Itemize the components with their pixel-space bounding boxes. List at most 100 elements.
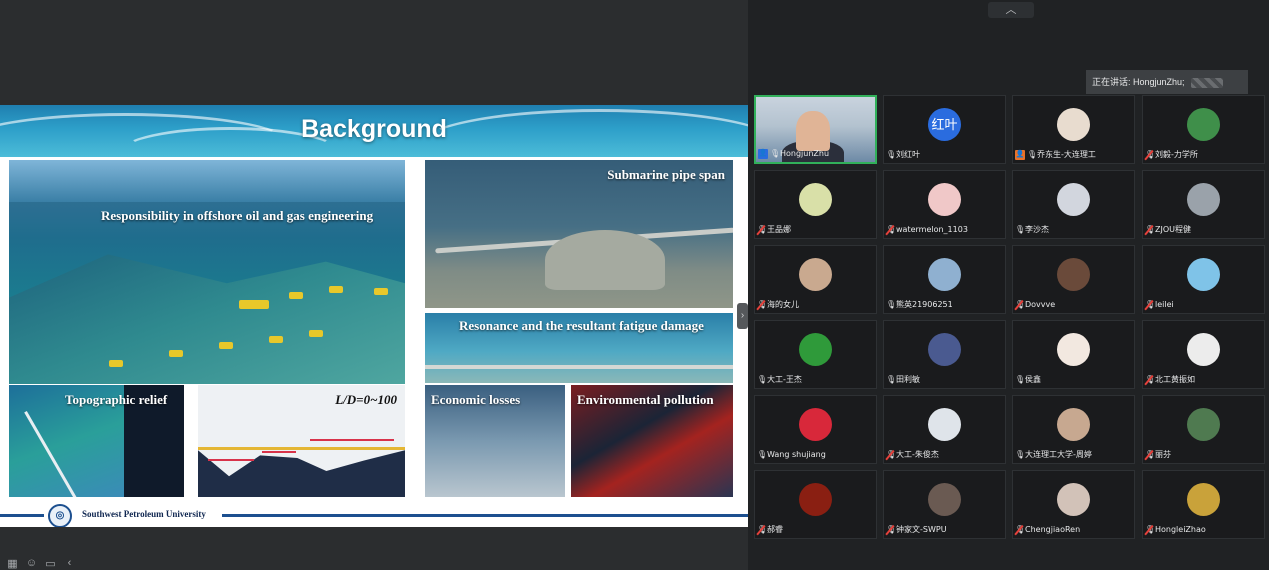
avatar (1187, 483, 1220, 516)
participant-tile[interactable]: 👤 🎙 乔东生-大连理工 (1012, 95, 1135, 164)
participant-tile[interactable]: 🎙 watermelon_1103 (883, 170, 1006, 239)
participant-tile[interactable]: 🎙 大连理工大学-周婷 (1012, 395, 1135, 464)
participant-name: 王品娜 (767, 225, 791, 234)
cohost-icon: 👤 (1015, 149, 1025, 160)
pipe-span-image: Submarine pipe span (425, 160, 733, 308)
emoji-icon[interactable]: ☺ (25, 557, 38, 569)
university-logo: ◎ (48, 504, 72, 527)
microphone-icon: 🎙 (886, 374, 897, 384)
participant-name: 李沙杰 (1025, 225, 1049, 234)
participant-tile[interactable]: 🎙 丽芬 (1142, 395, 1265, 464)
participant-name: 熊英21906251 (896, 300, 953, 309)
avatar (928, 333, 961, 366)
avatar (1057, 258, 1090, 291)
avatar (928, 183, 961, 216)
avatar (928, 408, 961, 441)
microphone-muted-icon: 🎙 (1145, 524, 1156, 534)
avatar: 红叶 (928, 108, 961, 141)
avatar (1057, 183, 1090, 216)
current-speaker-bar: 正在讲话: HongjunZhu; (1086, 70, 1248, 94)
bottom-toolbar: ▦ ☺ ▭ ‹ (6, 556, 76, 570)
avatar (1057, 108, 1090, 141)
participant-name: 田利敏 (896, 375, 920, 384)
scroll-up-button[interactable]: ︿ (988, 2, 1034, 18)
participant-tile[interactable]: 🎙 大工-王杰 (754, 320, 877, 389)
participant-name: 丽芬 (1155, 450, 1171, 459)
participant-tile[interactable]: 🎙 北工黄振如 (1142, 320, 1265, 389)
participant-name: 大连理工大学-周婷 (1025, 450, 1092, 459)
participant-name: watermelon_1103 (896, 225, 968, 234)
host-icon: 👤 (758, 148, 768, 159)
participant-tile[interactable]: 🎙 海的女儿 (754, 245, 877, 314)
microphone-muted-icon: 🎙 (1145, 299, 1156, 309)
university-name: Southwest Petroleum University (82, 509, 206, 519)
offshore-caption: Responsibility in offshore oil and gas e… (101, 208, 374, 223)
resonance-image: Resonance and the resultant fatigue dama… (425, 313, 733, 383)
microphone-icon: 🎙 (1015, 374, 1026, 384)
participant-name: HongjunZhu (780, 149, 830, 158)
avatar (1187, 183, 1220, 216)
consequences-images: Economic losses Environmental pollution (425, 385, 733, 497)
participant-tile[interactable]: 红叶 🎙 刘红叶 (883, 95, 1006, 164)
chevron-right-icon: › (740, 310, 745, 321)
participant-name: 大工-朱俊杰 (896, 450, 939, 459)
participant-tile[interactable]: 🎙 刘毅-力学所 (1142, 95, 1265, 164)
participant-name: Dovvve (1025, 300, 1056, 309)
chat-icon[interactable]: ▭ (44, 557, 57, 570)
participant-tile[interactable]: 🎙 Wang shujiang (754, 395, 877, 464)
participant-name: 大工-王杰 (767, 375, 802, 384)
ld-caption: L/D=0~100 (335, 392, 397, 407)
participant-tile[interactable]: 🎙 钟家文-SWPU (883, 470, 1006, 539)
slide-footer: ◎ Southwest Petroleum University (0, 504, 748, 527)
microphone-muted-icon: 🎙 (757, 524, 768, 534)
speaker-indicator (1190, 77, 1223, 88)
avatar (799, 258, 832, 291)
participant-name: HongleiZhao (1155, 525, 1206, 534)
microphone-icon: 🎙 (886, 149, 897, 159)
avatar (1187, 333, 1220, 366)
microphone-muted-icon: 🎙 (1145, 149, 1156, 159)
participant-tile[interactable]: 🎙 熊英21906251 (883, 245, 1006, 314)
participant-tile[interactable]: 👤 🎙 HongjunZhu (754, 95, 877, 164)
microphone-muted-icon: 🎙 (1145, 224, 1156, 234)
participant-tile[interactable]: 🎙 王品娜 (754, 170, 877, 239)
avatar (1057, 408, 1090, 441)
microphone-icon: 🎙 (1027, 149, 1038, 159)
chevron-left-icon[interactable]: ‹ (63, 557, 76, 569)
participant-tile[interactable]: 🎙 Dovvve (1012, 245, 1135, 314)
participant-tile[interactable]: 🎙 ZJOU程健 (1142, 170, 1265, 239)
grid-view-icon[interactable]: ▦ (6, 557, 19, 570)
avatar (799, 408, 832, 441)
participant-name: 海的女儿 (767, 300, 799, 309)
current-speaker-text: 正在讲话: HongjunZhu; (1092, 77, 1185, 87)
participant-tile[interactable]: 🎙 侯鑫 (1012, 320, 1135, 389)
microphone-muted-icon: 🎙 (1145, 374, 1156, 384)
microphone-icon: 🎙 (770, 148, 781, 158)
participant-tile[interactable]: 🎙 leilei (1142, 245, 1265, 314)
topo-caption: Topographic relief (65, 392, 168, 407)
participant-name: ZJOU程健 (1155, 225, 1191, 234)
avatar (799, 483, 832, 516)
participant-name: 钟家文-SWPU (896, 525, 947, 534)
meeting-window: Background Responsibility in offshore oi… (0, 0, 1269, 570)
avatar (799, 183, 832, 216)
participant-tile[interactable]: 🎙 李沙杰 (1012, 170, 1135, 239)
participant-tile[interactable]: 🎙 大工-朱俊杰 (883, 395, 1006, 464)
participant-tile[interactable]: 🎙 ChengjiaoRen (1012, 470, 1135, 539)
participant-tile[interactable]: 🎙 田利敏 (883, 320, 1006, 389)
microphone-muted-icon: 🎙 (1145, 449, 1156, 459)
microphone-icon: 🎙 (886, 299, 897, 309)
microphone-muted-icon: 🎙 (886, 449, 897, 459)
participant-name: 郝睿 (767, 525, 783, 534)
participant-tile[interactable]: 🎙 郝睿 (754, 470, 877, 539)
microphone-muted-icon: 🎙 (1015, 524, 1026, 534)
microphone-icon: 🎙 (757, 374, 768, 384)
resonance-caption: Resonance and the resultant fatigue dama… (459, 318, 704, 333)
participant-tile[interactable]: 🎙 HongleiZhao (1142, 470, 1265, 539)
chevron-up-icon: ︿ (1005, 4, 1017, 16)
avatar (1187, 108, 1220, 141)
collapse-gallery-button[interactable]: › (737, 303, 748, 329)
participant-name: Wang shujiang (767, 450, 826, 459)
participant-name: 北工黄振如 (1155, 375, 1195, 384)
topographic-relief-image: Topographic relief (9, 385, 184, 497)
